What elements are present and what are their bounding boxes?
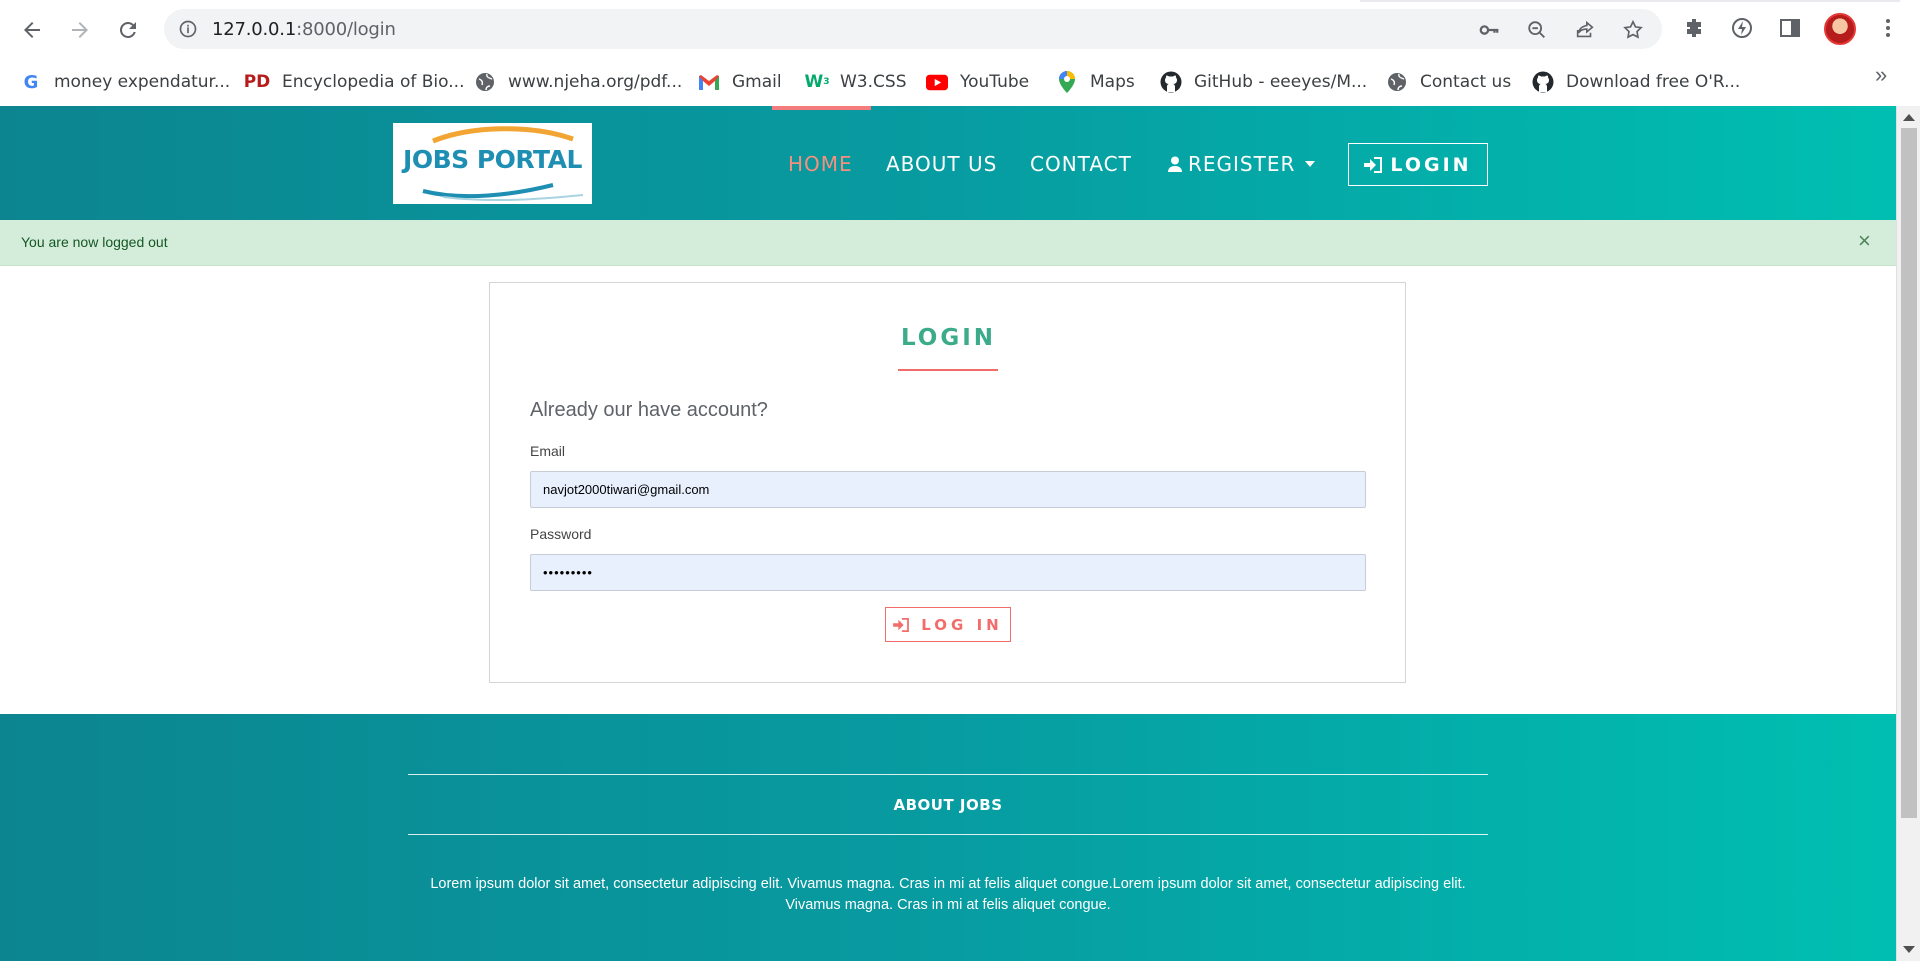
bookmarks-bar: G money expendatur... PD Encyclopedia of… — [0, 58, 1920, 106]
gmail-icon — [698, 71, 720, 93]
nav-register-dropdown[interactable]: REGISTER — [1168, 152, 1316, 176]
nav-register-label: REGISTER — [1188, 152, 1296, 176]
arrow-right-icon — [72, 22, 88, 38]
bookmark-label: Download free O'R... — [1566, 72, 1741, 92]
bookmark-item[interactable]: Gmail — [698, 70, 782, 94]
bookmark-label: GitHub - eeeyes/M... — [1194, 72, 1368, 92]
email-field[interactable] — [530, 471, 1366, 508]
share-icon[interactable] — [1574, 19, 1596, 41]
profile-avatar[interactable] — [1824, 13, 1856, 45]
footer-divider — [408, 834, 1488, 835]
pd-icon: PD — [243, 72, 271, 92]
active-nav-indicator — [772, 106, 871, 110]
login-title: LOGIN — [900, 325, 997, 351]
user-icon — [1168, 156, 1182, 172]
bookmark-item[interactable]: PD Encyclopedia of Bio... — [243, 70, 465, 94]
title-underline — [898, 369, 998, 371]
bookmark-item[interactable]: Maps — [1056, 70, 1135, 94]
reload-icon — [119, 21, 136, 38]
sign-in-icon — [893, 617, 910, 632]
bookmark-label: Gmail — [732, 72, 782, 92]
site-logo[interactable]: JOBS PORTAL — [393, 123, 592, 204]
login-subtitle: Already our have account? — [530, 399, 768, 421]
chevron-down-icon — [1305, 161, 1316, 167]
bookmark-label: YouTube — [960, 72, 1030, 92]
side-panel-icon[interactable] — [1778, 16, 1802, 40]
footer-text: Lorem ipsum dolor sit amet, consectetur … — [430, 876, 1466, 913]
bookmark-item[interactable]: www.njeha.org/pdf... — [474, 70, 682, 94]
youtube-icon — [926, 71, 948, 93]
login-submit-button[interactable]: LOG IN — [885, 607, 1011, 642]
tab-strip-line — [1360, 0, 1900, 2]
bookmark-label: Encyclopedia of Bio... — [282, 72, 465, 92]
github-icon — [1160, 71, 1182, 93]
bookmark-label: www.njeha.org/pdf... — [508, 72, 683, 92]
login-card: LOGIN Already our have account? Email Pa… — [489, 282, 1406, 683]
key-icon[interactable] — [1478, 19, 1500, 41]
footer-title: ABOUT JOBS — [893, 796, 1003, 814]
sign-in-icon — [1364, 156, 1383, 173]
site-header: JOBS PORTAL HOME ABOUT US CONTACT REGIST… — [0, 106, 1896, 220]
back-button[interactable] — [14, 12, 50, 48]
login-submit-label: LOG IN — [921, 615, 1003, 634]
site-footer: ABOUT JOBS Lorem ipsum dolor sit amet, c… — [0, 714, 1896, 961]
nav-about-us[interactable]: ABOUT US — [886, 152, 997, 176]
w3-icon: W3 — [804, 72, 830, 92]
footer-divider — [408, 774, 1488, 775]
bookmark-label: Maps — [1090, 72, 1135, 92]
alert-message: You are now logged out — [21, 234, 168, 250]
address-bar[interactable]: 127.0.0.1:8000/login — [164, 9, 1662, 49]
github-icon — [1532, 71, 1554, 93]
url-text: 127.0.0.1:8000/login — [212, 19, 396, 40]
password-field[interactable] — [530, 554, 1366, 591]
browser-toolbar: 127.0.0.1:8000/login — [0, 0, 1920, 58]
scroll-down-icon[interactable] — [1903, 946, 1915, 953]
page-viewport: JOBS PORTAL HOME ABOUT US CONTACT REGIST… — [0, 106, 1896, 961]
more-bookmarks-button[interactable]: » — [1875, 62, 1887, 88]
scrollbar-thumb[interactable] — [1901, 128, 1917, 818]
nav-contact[interactable]: CONTACT — [1030, 152, 1132, 176]
bookmark-label: W3.CSS — [840, 72, 907, 92]
nav-login-label: LOGIN — [1390, 153, 1472, 176]
bookmark-item[interactable]: GitHub - eeeyes/M... — [1160, 70, 1367, 94]
email-label: Email — [530, 443, 566, 459]
bookmark-item[interactable]: W3 W3.CSS — [804, 70, 907, 94]
bookmark-item[interactable]: Download free O'R... — [1532, 70, 1740, 94]
zoom-out-icon[interactable] — [1526, 19, 1548, 41]
close-icon[interactable]: × — [1858, 230, 1871, 252]
globe-icon — [474, 71, 496, 93]
globe-icon — [1386, 71, 1408, 93]
bookmark-item[interactable]: Contact us — [1386, 70, 1511, 94]
bookmark-label: money expendatur... — [54, 72, 231, 92]
site-info-icon[interactable] — [178, 19, 198, 39]
bookmark-star-icon[interactable] — [1622, 19, 1644, 41]
forward-button[interactable] — [62, 12, 98, 48]
logo-text: JOBS PORTAL — [403, 145, 582, 174]
maps-icon — [1056, 71, 1078, 93]
scroll-up-icon[interactable] — [1903, 114, 1915, 121]
bookmark-item[interactable]: YouTube — [926, 70, 1029, 94]
password-label: Password — [530, 526, 592, 542]
reload-button[interactable] — [110, 12, 146, 48]
kebab-menu-icon[interactable] — [1876, 16, 1900, 40]
bookmark-label: Contact us — [1420, 72, 1512, 92]
logout-alert: You are now logged out × — [0, 220, 1896, 266]
nav-login-button[interactable]: LOGIN — [1348, 143, 1488, 186]
nav-home[interactable]: HOME — [788, 152, 853, 176]
bookmark-item[interactable]: G money expendatur... — [20, 70, 231, 94]
extensions-icon[interactable] — [1682, 16, 1706, 40]
page-scrollbar[interactable] — [1896, 106, 1920, 961]
performance-icon[interactable] — [1730, 16, 1754, 40]
arrow-left-icon — [24, 22, 40, 38]
google-icon: G — [23, 71, 39, 93]
